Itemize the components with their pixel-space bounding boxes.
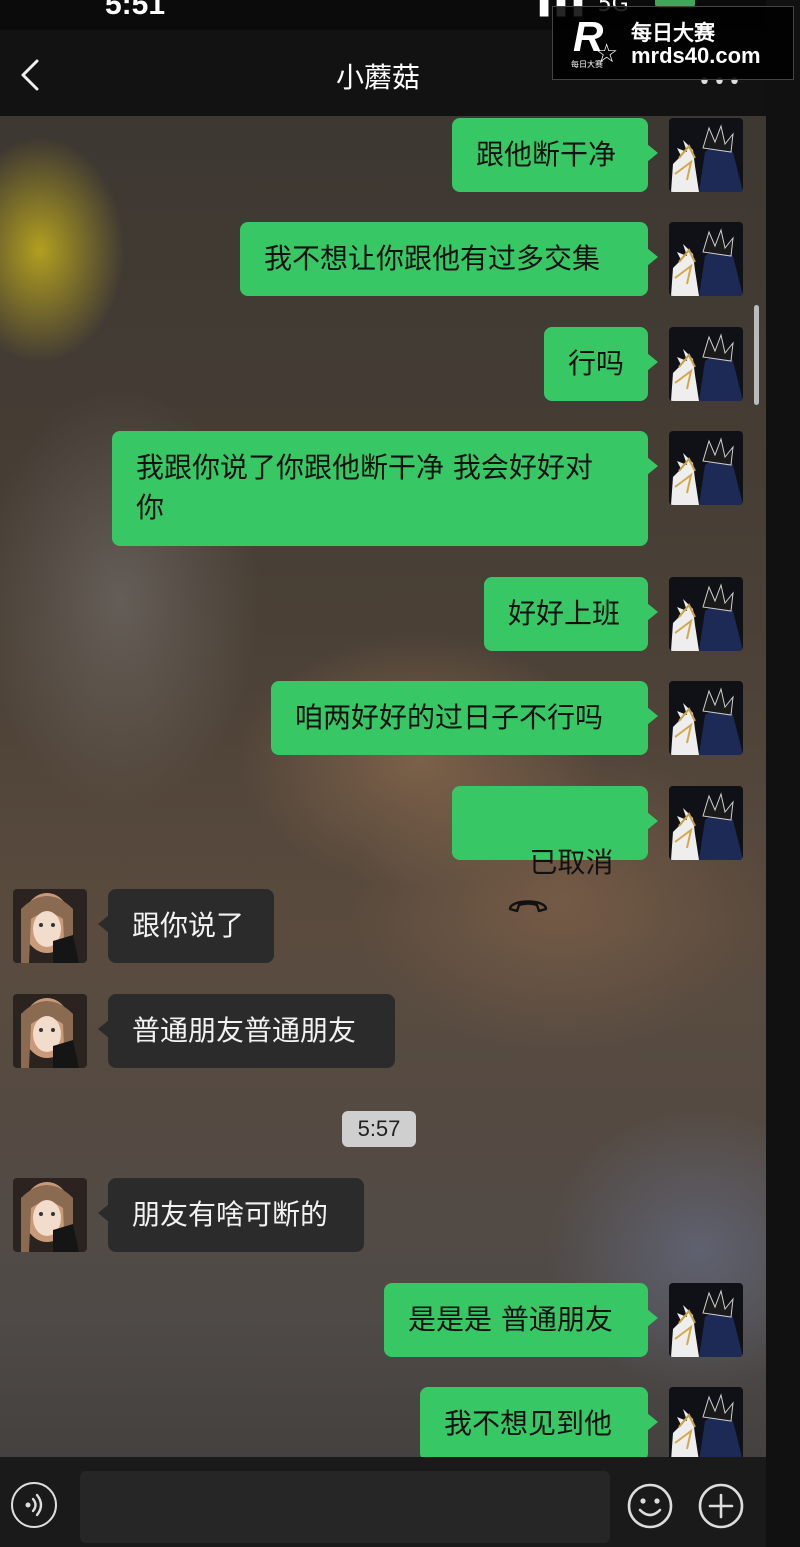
my-avatar[interactable] bbox=[669, 431, 743, 505]
message-bubble-outgoing[interactable]: 咱两好好的过日子不行吗 bbox=[271, 681, 658, 755]
voice-input-button[interactable] bbox=[11, 1482, 57, 1528]
cancelled-call-bubble[interactable]: 已取消 bbox=[452, 786, 658, 913]
message-bubble-outgoing[interactable]: 我不想让你跟他有过多交集 bbox=[240, 222, 658, 296]
message-bubble-incoming[interactable]: 跟你说了 bbox=[98, 889, 274, 963]
message-bubble-outgoing[interactable]: 是是是 普通朋友 bbox=[384, 1283, 658, 1357]
input-bar bbox=[0, 1457, 766, 1547]
voice-icon bbox=[25, 1493, 43, 1517]
message-timestamp: 5:57 bbox=[342, 1111, 416, 1147]
my-avatar[interactable] bbox=[669, 222, 743, 296]
my-avatar[interactable] bbox=[669, 1387, 743, 1461]
contact-avatar[interactable] bbox=[13, 994, 87, 1068]
message-bubble-incoming[interactable]: 普通朋友普通朋友 bbox=[98, 994, 395, 1068]
message-input[interactable] bbox=[80, 1471, 610, 1543]
my-avatar[interactable] bbox=[669, 118, 743, 192]
message-bubble-incoming[interactable]: 朋友有啥可断的 bbox=[98, 1178, 364, 1252]
call-status-label: 已取消 bbox=[529, 846, 614, 879]
contact-avatar[interactable] bbox=[13, 889, 87, 963]
message-bubble-outgoing[interactable]: 我跟你说了你跟他断干净 我会好好对 你 bbox=[112, 431, 658, 546]
message-bubble-outgoing[interactable]: 跟他断干净 bbox=[452, 118, 658, 192]
watermark-logo-caption: 每日大赛 bbox=[571, 60, 603, 69]
plus-icon[interactable] bbox=[697, 1482, 745, 1530]
scrollbar[interactable] bbox=[754, 305, 759, 405]
watermark: R ☆ 每日大赛 每日大赛 mrds40.com bbox=[552, 6, 794, 80]
my-avatar[interactable] bbox=[669, 327, 743, 401]
emoji-icon[interactable] bbox=[626, 1482, 674, 1530]
contact-avatar[interactable] bbox=[13, 1178, 87, 1252]
message-bubble-outgoing[interactable]: 行吗 bbox=[544, 327, 658, 401]
my-avatar[interactable] bbox=[669, 786, 743, 860]
status-time: 5:51 bbox=[105, 0, 166, 21]
my-avatar[interactable] bbox=[669, 1283, 743, 1357]
my-avatar[interactable] bbox=[669, 681, 743, 755]
chat-screen: 5:51 ▌▌▌ 5G 小蘑菇 ••• 跟他断干净 我不想让你跟他有过多交集 行… bbox=[0, 0, 766, 1547]
my-avatar[interactable] bbox=[669, 577, 743, 651]
screen-edge bbox=[766, 0, 800, 1547]
phone-hangup-icon bbox=[508, 900, 548, 913]
message-bubble-outgoing[interactable]: 我不想见到他 bbox=[420, 1387, 658, 1461]
watermark-url: mrds40.com bbox=[631, 43, 761, 68]
message-bubble-outgoing[interactable]: 好好上班 bbox=[484, 577, 658, 651]
